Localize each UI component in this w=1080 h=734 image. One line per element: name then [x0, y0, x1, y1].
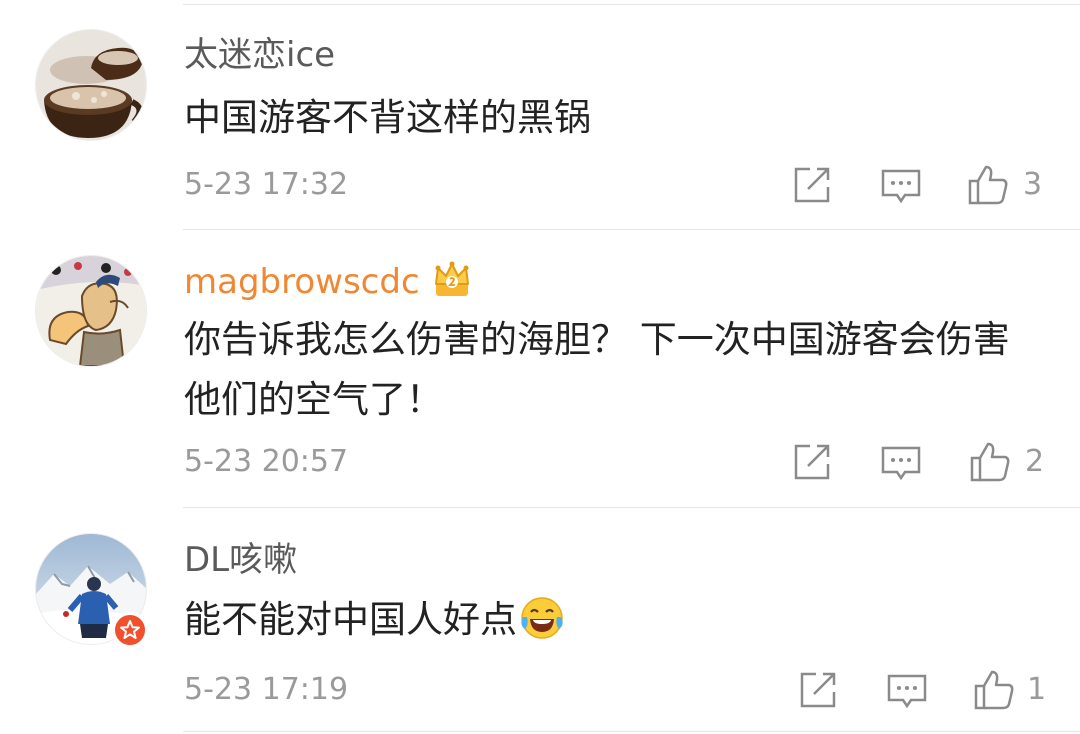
timestamp: 5-23 17:32: [184, 167, 349, 202]
avatar[interactable]: [36, 30, 146, 140]
laughing-tears-emoji: [521, 597, 563, 639]
avatar[interactable]: [36, 256, 146, 366]
repost-icon[interactable]: [796, 668, 840, 712]
repost-icon[interactable]: [790, 440, 834, 484]
comment-feed: 太迷恋ice 中国游客不背这样的黑锅 5-23 17:32 3 magbrows…: [0, 0, 1080, 734]
comment-item[interactable]: magbrowscdc 你告诉我怎么伤害的海胆？ 下一次中国游客会伤害他们的空气…: [0, 230, 1080, 507]
repost-icon[interactable]: [790, 163, 834, 207]
comment-icon[interactable]: [879, 440, 923, 484]
comment-item[interactable]: 太迷恋ice 中国游客不背这样的黑锅 5-23 17:32 3: [0, 0, 1080, 230]
username[interactable]: 太迷恋ice: [184, 33, 335, 77]
comment-text: 中国游客不背这样的黑锅: [184, 96, 591, 139]
username[interactable]: DL咳嗽: [184, 538, 297, 582]
like-count: 2: [1025, 444, 1045, 479]
thumbs-up-icon[interactable]: [968, 440, 1012, 484]
comment-icon[interactable]: [885, 668, 929, 712]
like-count: 1: [1027, 672, 1047, 707]
like-count: 3: [1023, 167, 1043, 202]
thumbs-up-icon[interactable]: [972, 668, 1016, 712]
comment-text: 能不能对中国人好点: [184, 590, 1044, 650]
timestamp: 5-23 17:19: [184, 672, 349, 707]
timestamp: 5-23 20:57: [184, 444, 349, 479]
divider: [183, 731, 1080, 732]
comment-text-body: 能不能对中国人好点: [184, 598, 517, 641]
verified-badge-icon: [112, 612, 148, 648]
crown-icon: [435, 261, 469, 296]
comment-text: 你告诉我怎么伤害的海胆？ 下一次中国游客会伤害他们的空气了！: [184, 318, 1010, 421]
username[interactable]: magbrowscdc: [184, 260, 420, 304]
thumbs-up-icon[interactable]: [966, 163, 1010, 207]
comment-item[interactable]: DL咳嗽 能不能对中国人好点 5-23 17:19 1: [0, 508, 1080, 734]
comment-icon[interactable]: [879, 163, 923, 207]
